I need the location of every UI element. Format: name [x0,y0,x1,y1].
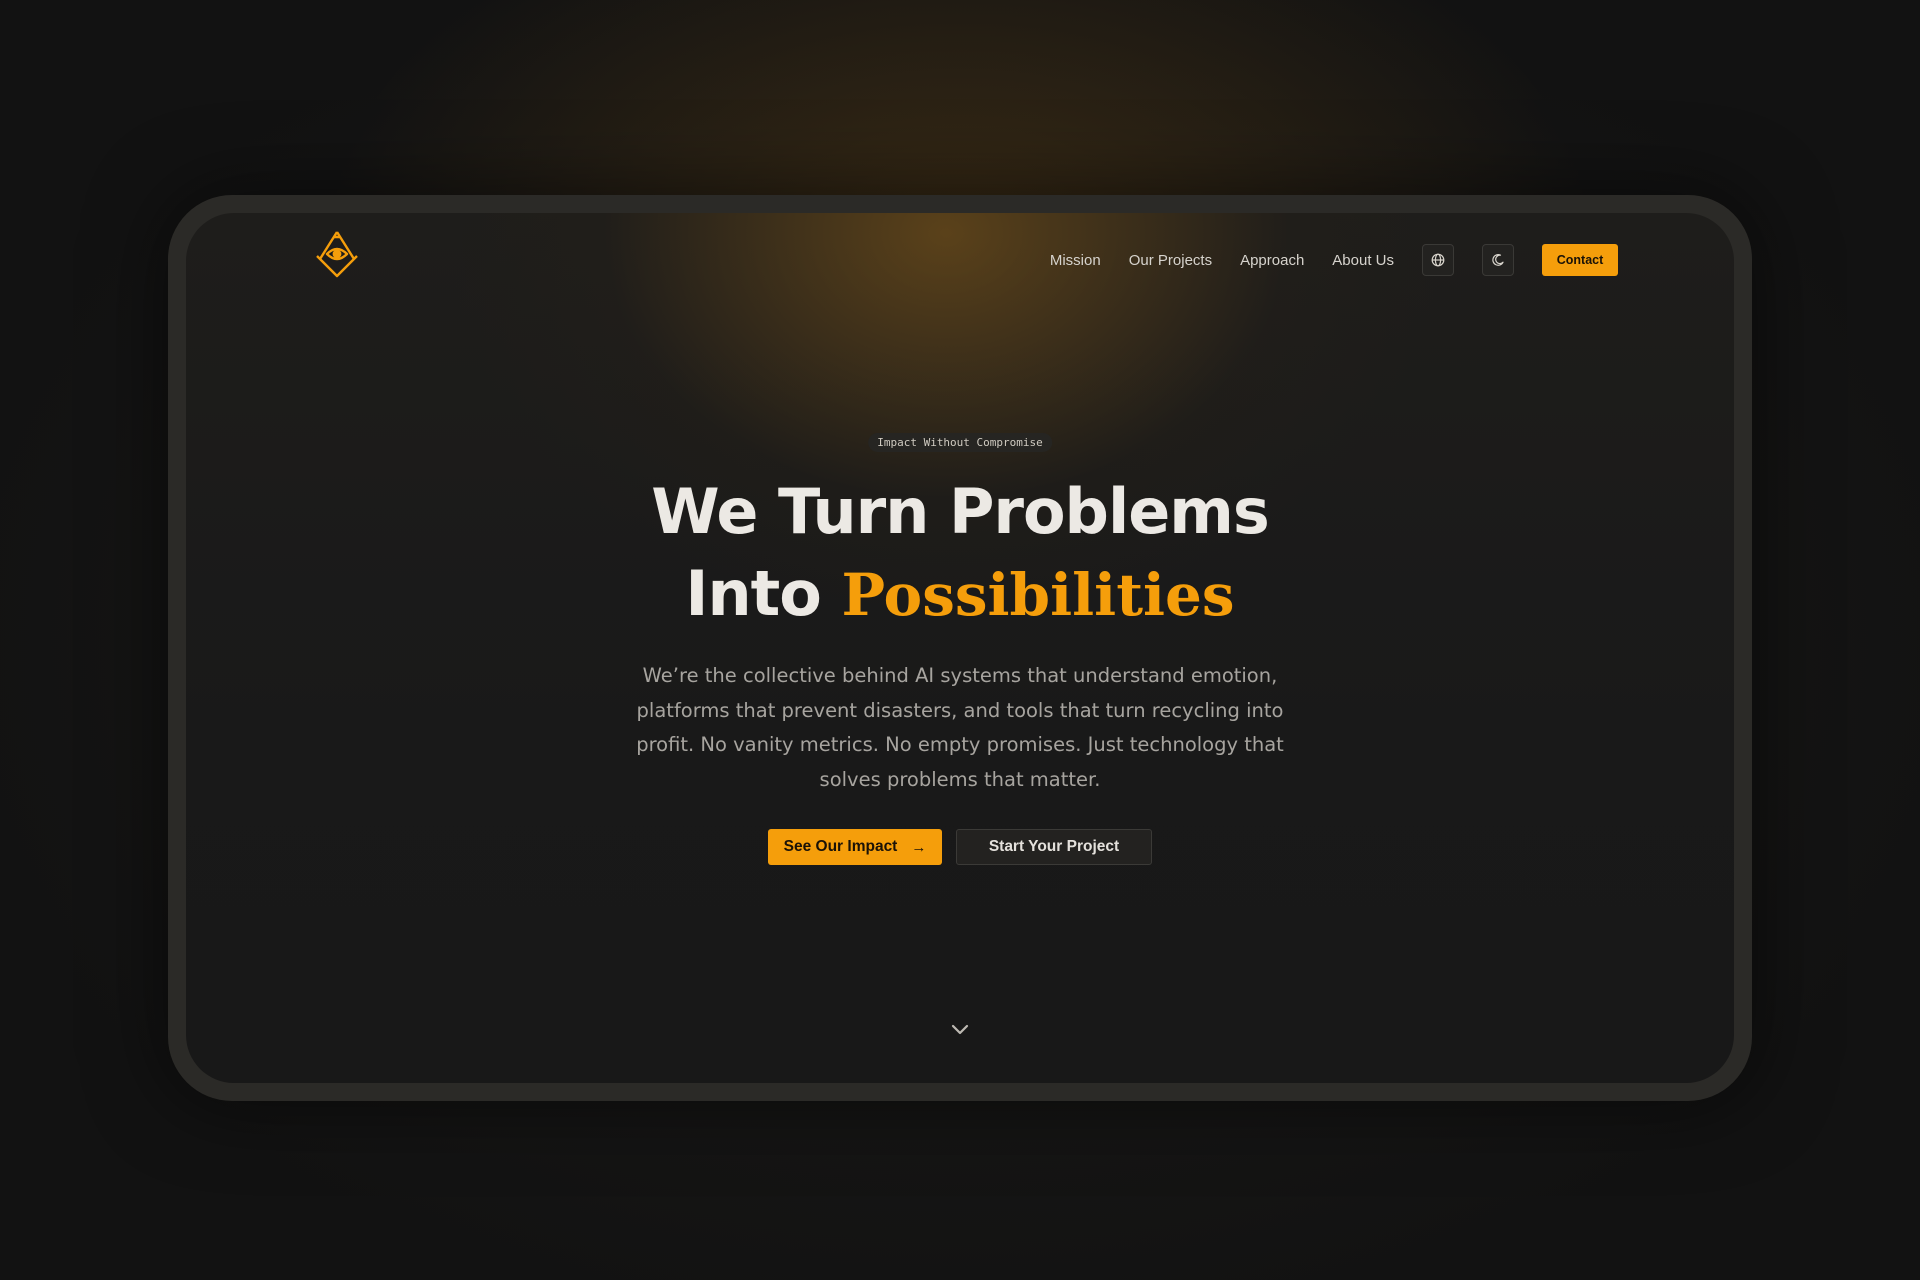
hero-title-prefix: Into [685,557,842,630]
hero-title: We Turn Problems Into Possibilities [186,471,1734,636]
nav-link-our-projects[interactable]: Our Projects [1129,252,1212,269]
top-navigation: Mission Our Projects Approach About Us C… [1050,243,1618,277]
see-our-impact-button[interactable]: See Our Impact → [768,829,942,865]
theme-toggle-button[interactable] [1482,244,1514,276]
arrow-right-icon: → [911,838,927,856]
see-our-impact-label: See Our Impact [783,838,898,855]
device-frame: Mission Our Projects Approach About Us C… [168,195,1752,1101]
hero-actions: See Our Impact → Start Your Project [186,829,1734,865]
hero-badge: Impact Without Compromise [868,433,1052,452]
logo-icon[interactable] [312,229,362,281]
nav-link-about-us[interactable]: About Us [1332,252,1394,269]
globe-icon [1431,253,1445,267]
chevron-down-icon[interactable] [949,1021,971,1037]
contact-button[interactable]: Contact [1542,244,1618,276]
website-viewport: Mission Our Projects Approach About Us C… [186,213,1734,1083]
page-background: Mission Our Projects Approach About Us C… [0,0,1920,1280]
hero-title-accent: Possibilities [841,561,1235,629]
language-button[interactable] [1422,244,1454,276]
nav-link-mission[interactable]: Mission [1050,252,1101,269]
moon-icon [1492,254,1504,266]
start-your-project-button[interactable]: Start Your Project [956,829,1152,865]
nav-link-approach[interactable]: Approach [1240,252,1304,269]
hero-title-line-1: We Turn Problems [651,475,1270,548]
hero-title-line-2: Into Possibilities [186,553,1734,636]
hero-description: We’re the collective behind AI systems t… [636,664,1284,791]
